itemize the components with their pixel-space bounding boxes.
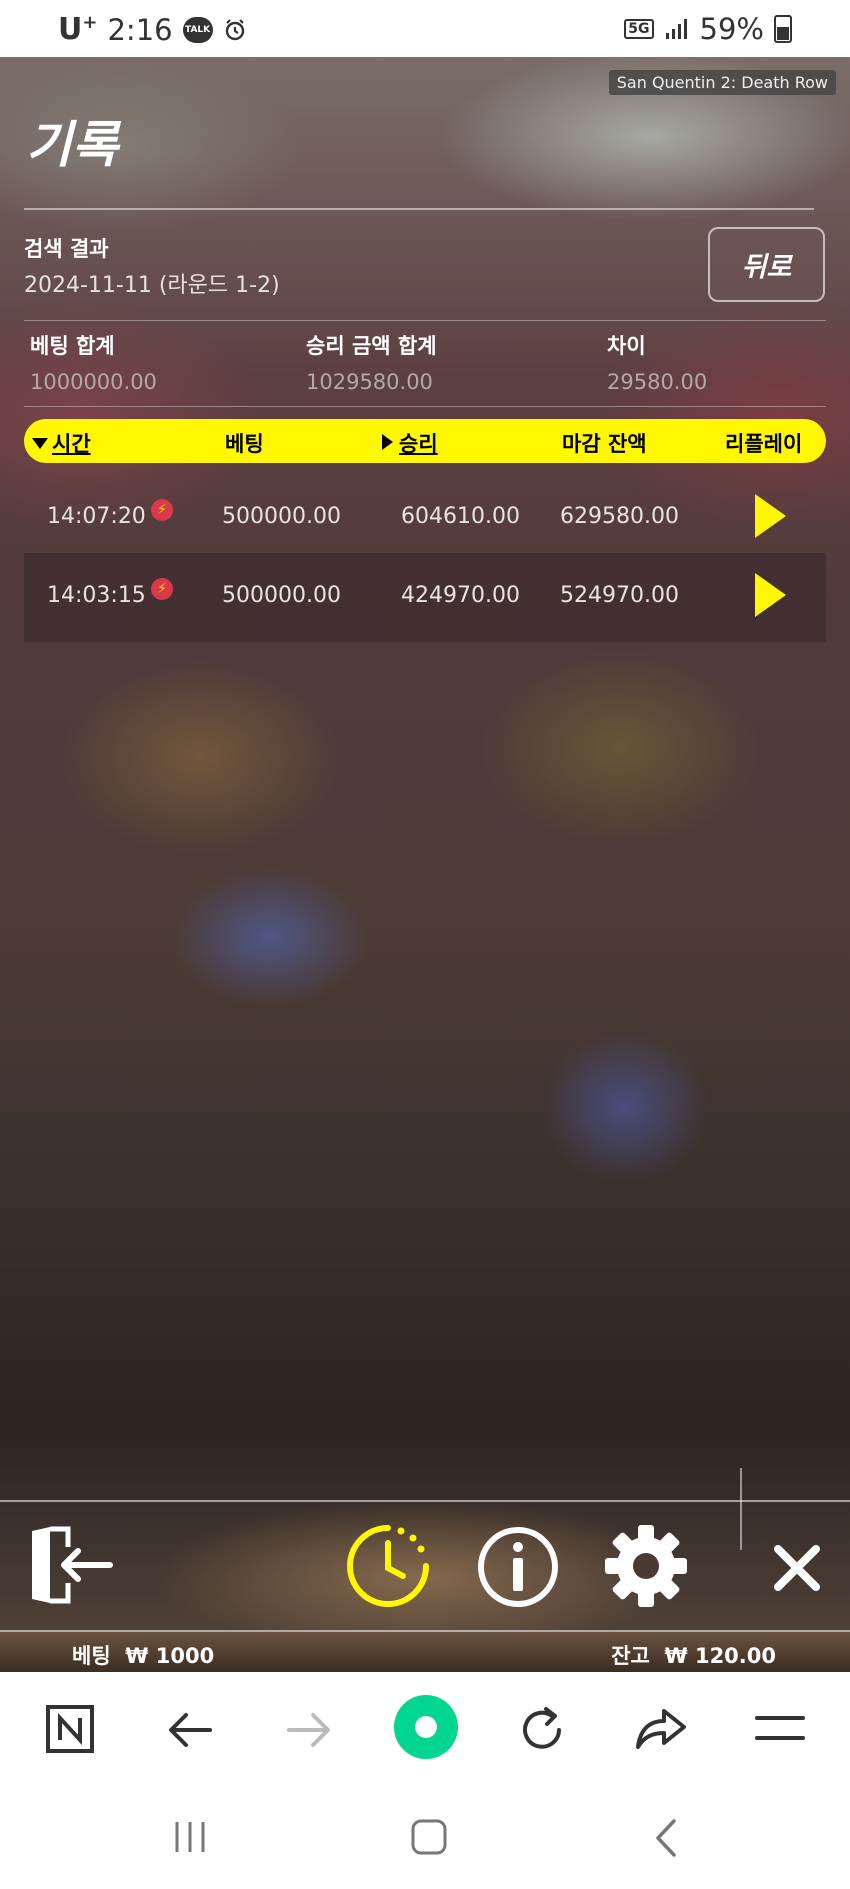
close-icon[interactable] (772, 1543, 822, 1593)
row-win: 424970.00 (401, 583, 520, 608)
difference-value: 29580.00 (607, 370, 708, 394)
forward-arrow-icon[interactable] (285, 1710, 333, 1750)
status-right: 5G 59% (624, 12, 792, 46)
column-bet[interactable]: 베팅 (225, 428, 264, 458)
bet-total-value: 1000000.00 (30, 370, 157, 394)
system-nav-bar (0, 1786, 850, 1889)
row-balance: 524970.00 (560, 583, 679, 608)
browser-toolbar (0, 1672, 850, 1786)
sort-right-icon (382, 434, 393, 450)
status-bar: U+ 2:16 TALK 5G 59% (0, 0, 850, 57)
table-row: 14:07:20 ⚡ 500000.00 604610.00 629580.00 (24, 474, 826, 563)
signal-icon (665, 19, 687, 39)
game-title: San Quentin 2: Death Row (608, 70, 836, 95)
history-clock-icon[interactable] (345, 1523, 431, 1609)
replay-play-icon[interactable] (755, 494, 786, 538)
toolbar-top-line (0, 1500, 850, 1502)
battery-icon (774, 15, 792, 43)
lightning-icon: ⚡ (151, 499, 173, 521)
network-5g-icon: 5G (624, 19, 654, 39)
status-left: U+ 2:16 TALK (58, 12, 247, 47)
win-total-label: 승리 금액 합계 (306, 334, 437, 358)
table-row: 14:03:15 ⚡ 500000.00 424970.00 524970.00 (24, 553, 826, 642)
share-icon[interactable] (634, 1705, 688, 1753)
clock: 2:16 (107, 12, 173, 47)
toolbar-divider (740, 1468, 742, 1550)
lightning-icon: ⚡ (151, 578, 173, 600)
naver-home-icon[interactable] (45, 1704, 95, 1754)
alarm-icon (225, 18, 244, 40)
search-result-label: 검색 결과 (24, 237, 109, 261)
search-date: 2024-11-11 (라운드 1-2) (24, 273, 280, 298)
replay-play-icon[interactable] (755, 573, 786, 617)
home-icon[interactable] (410, 1818, 448, 1856)
sort-desc-icon (32, 438, 48, 449)
row-bet: 500000.00 (222, 504, 341, 529)
system-back-icon[interactable] (652, 1818, 682, 1858)
column-balance[interactable]: 마감 잔액 (562, 428, 647, 458)
game-area: San Quentin 2: Death Row 기록 검색 결과 2024-1… (0, 57, 850, 1672)
difference-label: 차이 (607, 334, 646, 358)
talk-notification-icon: TALK (182, 16, 213, 43)
row-win: 604610.00 (401, 504, 520, 529)
column-replay: 리플레이 (725, 432, 803, 456)
balance-info: 잔고 ₩ 120.00 (611, 1644, 776, 1668)
table-header: 시간 베팅 승리 마감 잔액 리플레이 (24, 419, 826, 463)
summary-divider-top (24, 320, 826, 321)
win-total-value: 1029580.00 (306, 370, 433, 394)
settings-gear-icon[interactable] (603, 1523, 689, 1609)
summary-divider-bottom (24, 406, 826, 407)
info-icon[interactable] (476, 1525, 560, 1609)
refresh-icon[interactable] (517, 1705, 567, 1755)
row-bet: 500000.00 (222, 583, 341, 608)
menu-icon[interactable] (755, 1713, 805, 1743)
row-balance: 629580.00 (560, 504, 679, 529)
page-title: 기록 (26, 116, 118, 174)
back-button[interactable]: 뒤로 (708, 227, 825, 302)
recent-apps-icon[interactable] (172, 1819, 208, 1855)
column-time[interactable]: 시간 (32, 428, 91, 458)
column-win[interactable]: 승리 (382, 428, 438, 458)
back-arrow-icon[interactable] (166, 1710, 214, 1750)
bet-total-label: 베팅 합계 (30, 334, 115, 358)
carrier-label: U+ (58, 12, 98, 47)
row-time: 14:07:20 (47, 504, 146, 529)
bet-info: 베팅 ₩ 1000 (72, 1644, 215, 1668)
battery-percent: 59% (699, 12, 764, 46)
title-divider (24, 208, 814, 210)
exit-door-icon[interactable] (28, 1525, 114, 1605)
row-time: 14:03:15 (47, 583, 146, 608)
green-dot-menu-icon[interactable] (392, 1693, 460, 1761)
